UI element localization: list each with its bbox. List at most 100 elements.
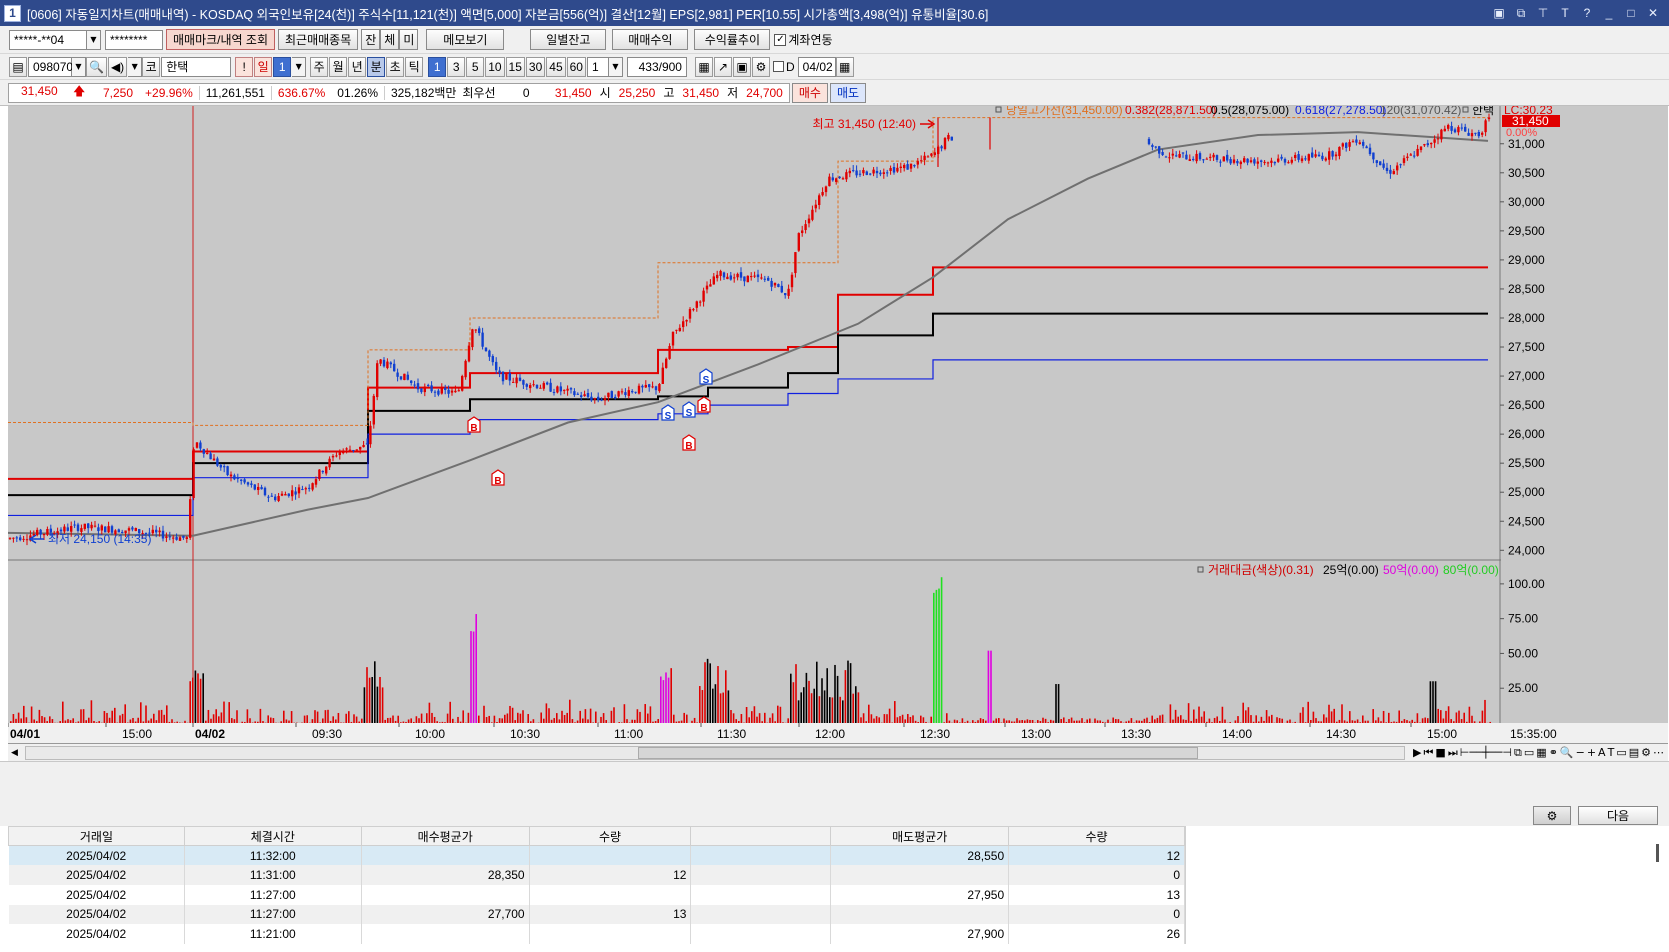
text-tool-icon[interactable]: A (1598, 746, 1606, 760)
copy-icon[interactable]: ⧉ (1514, 746, 1522, 760)
close-icon[interactable]: ✕ (1643, 4, 1663, 22)
sell-button[interactable]: 매도 (829, 82, 867, 103)
minute-3-button[interactable]: 3 (447, 56, 466, 77)
rewind-icon[interactable]: ⏮ (1424, 746, 1434, 760)
fast-forward-icon[interactable]: ⏭ (1448, 746, 1458, 760)
table-row[interactable]: 2025/04/02 11:21:00 27,900 26 (8, 924, 1185, 944)
market-label[interactable]: 코 (142, 56, 161, 77)
stock-code-input[interactable]: 098070 (28, 56, 73, 77)
settings-icon[interactable]: ⚙ (1641, 746, 1651, 760)
minute-5-button[interactable]: 5 (466, 56, 485, 77)
chart-canvas[interactable]: 31,00030,50030,00029,50029,00028,50028,0… (7, 103, 1668, 743)
lock-icon[interactable]: ▣ (1489, 4, 1509, 22)
password-input[interactable]: ******** (105, 29, 163, 50)
panel-icon[interactable]: ▭ (1616, 746, 1626, 760)
day-count-field[interactable]: 1 (273, 56, 292, 77)
table-row[interactable]: 2025/04/02 11:27:00 27,950 13 (8, 884, 1185, 905)
scroll-right-icon[interactable]: ▶ (1413, 746, 1421, 760)
account-link-checkbox[interactable]: ✓ 계좌연동 (774, 31, 833, 48)
line-tool-icon[interactable]: ↗ (713, 56, 732, 77)
period-second-button[interactable]: 초 (386, 56, 405, 77)
unexecuted-button[interactable]: 미 (399, 29, 419, 50)
stop-icon[interactable]: ■ (1435, 746, 1445, 760)
minimize-icon[interactable]: _ (1599, 4, 1619, 22)
minute-60-button[interactable]: 60 (566, 56, 586, 77)
minute-15-button[interactable]: 15 (505, 56, 525, 77)
recent-stocks-button[interactable]: 최근매매종목 (278, 29, 359, 50)
speaker-icon[interactable]: ◀) (107, 56, 128, 77)
calendar-icon[interactable]: ▦ (835, 56, 854, 77)
executed-button[interactable]: 체 (380, 29, 400, 50)
candle-body (770, 280, 773, 287)
scroll-left-icon[interactable]: ◀ (8, 748, 21, 758)
search-icon[interactable]: 🔍 (86, 56, 107, 77)
table-scrollbar[interactable] (1656, 844, 1659, 862)
minute-1-button[interactable]: 1 (428, 56, 447, 77)
candle-body (386, 361, 389, 369)
warning-button[interactable]: ! (235, 56, 254, 77)
gear-icon[interactable]: ⚙ (751, 56, 770, 77)
link-icon[interactable]: ⚭ (1549, 746, 1558, 760)
buy-button[interactable]: 매수 (791, 82, 828, 103)
text-style-icon[interactable]: T (1608, 746, 1615, 760)
trade-profit-button[interactable]: 매매수익 (612, 29, 689, 50)
chevron-down-icon[interactable]: ▼ (128, 56, 143, 77)
minute-30-button[interactable]: 30 (525, 56, 546, 77)
volume-bar (1367, 720, 1369, 723)
period-minute-button[interactable]: 분 (367, 56, 386, 77)
period-week-button[interactable]: 주 (310, 56, 329, 77)
table-row[interactable]: 2025/04/02 11:31:00 28,350 12 0 (8, 865, 1185, 885)
add-indicator-icon[interactable]: ▦ (694, 56, 713, 77)
count-field[interactable]: 433/900 (626, 56, 687, 77)
zoom-out-icon[interactable]: − (1576, 746, 1585, 760)
table-row[interactable]: 2025/04/02 11:32:00 28,550 12 (8, 845, 1185, 866)
maximize-icon[interactable]: □ (1621, 4, 1641, 22)
table-row[interactable]: 2025/04/02 11:27:00 27,700 13 0 (8, 904, 1185, 925)
stock-list-icon[interactable]: ▤ (9, 56, 27, 77)
d-checkbox[interactable] (772, 61, 784, 72)
more-icon[interactable]: ⋯ (1653, 746, 1664, 760)
period-day-button[interactable]: 일 (254, 56, 273, 77)
period-month-button[interactable]: 월 (329, 56, 348, 77)
zoom-icon[interactable]: 🔍 (1560, 746, 1574, 760)
grid-icon[interactable]: ▦ (1536, 746, 1546, 760)
minute-select[interactable]: 1 (586, 56, 609, 77)
account-input[interactable]: *****-**04 (9, 29, 87, 50)
volume-bar (852, 693, 854, 723)
speed-slider-icon[interactable]: ⊢──┼──⊣ (1460, 746, 1512, 760)
help-icon[interactable]: ? (1577, 4, 1597, 22)
window-icon[interactable]: ▭ (1524, 746, 1534, 760)
price-chart[interactable]: 31,000 30,500 30,000 29,500 29,000 28,500 28,0… (7, 103, 1668, 743)
volume-bar (764, 712, 766, 723)
minute-10-button[interactable]: 10 (485, 56, 505, 77)
chevron-down-icon[interactable]: ▼ (292, 56, 307, 77)
chart-scrollbar[interactable]: ◀ ▶ ⏮ ■ ⏭ ⊢──┼──⊣ ⧉ ▭ ▦ ⚭ 🔍 − + A T ▭ ▤ … (8, 743, 1668, 761)
minute-45-button[interactable]: 45 (546, 56, 566, 77)
trade-mark-query-button[interactable]: 매매마크/내역 조회 (166, 29, 275, 50)
chevron-down-icon[interactable]: ▼ (608, 56, 623, 77)
checkbox-icon[interactable]: ✓ (774, 33, 787, 46)
gear-icon[interactable]: ⚙ (1533, 806, 1571, 825)
period-tick-button[interactable]: 틱 (405, 56, 424, 77)
chevron-down-icon[interactable]: ▼ (72, 56, 86, 77)
candle-body (8, 537, 12, 539)
period-year-button[interactable]: 년 (348, 56, 367, 77)
scroll-thumb[interactable] (637, 746, 1198, 759)
x-tick-label: 13:00 (1021, 727, 1051, 741)
memo-button[interactable]: 메모보기 (426, 29, 505, 50)
chevron-down-icon[interactable]: ▼ (87, 29, 101, 50)
candle-body (1385, 167, 1389, 171)
scroll-track[interactable] (24, 745, 1406, 760)
volume-bar (176, 721, 178, 723)
restore-small-icon[interactable]: ⧉ (1511, 4, 1531, 22)
next-button[interactable]: 다음 (1578, 806, 1658, 825)
zoom-in-icon[interactable]: + (1587, 746, 1596, 760)
profit-trend-button[interactable]: 수익률추이 (694, 29, 771, 50)
font-icon[interactable]: T (1555, 4, 1575, 22)
save-icon[interactable]: ▣ (732, 56, 751, 77)
daily-balance-button[interactable]: 일별잔고 (530, 29, 607, 50)
split-icon[interactable]: ▤ (1629, 746, 1639, 760)
date-input[interactable]: 04/02 (797, 56, 836, 77)
pin-icon[interactable]: ⊤ (1533, 4, 1553, 22)
balance-button[interactable]: 잔 (361, 29, 381, 50)
